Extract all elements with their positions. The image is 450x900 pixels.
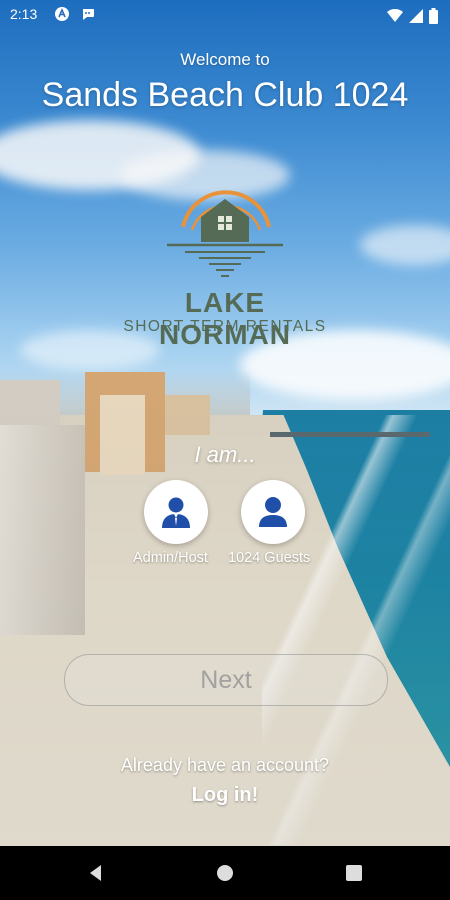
lake-norman-logo: LAKE NORMAN SHORT TERM RENTALS: [115, 172, 335, 350]
login-link[interactable]: Log in!: [0, 784, 450, 807]
status-icons: [387, 8, 438, 24]
admin-user-icon: [162, 497, 190, 528]
guest-user-icon: [259, 497, 287, 527]
status-bar: 2:13: [0, 0, 450, 30]
admin-host-label: Admin/Host: [133, 550, 208, 566]
logo-tagline: SHORT TERM RENTALS: [123, 318, 327, 335]
recents-icon[interactable]: [344, 863, 364, 883]
already-have-account-text: Already have an account?: [120, 755, 330, 775]
admin-host-button[interactable]: [144, 480, 208, 544]
signal-icon: [409, 9, 423, 23]
chat-notification-icon: [80, 6, 96, 22]
status-time: 2:13: [10, 6, 38, 22]
guests-label: 1024 Guests: [228, 550, 311, 566]
wifi-icon: [387, 9, 403, 22]
role-prompt: I am...: [194, 442, 256, 467]
battery-icon: [429, 8, 438, 24]
next-button[interactable]: Next: [64, 654, 388, 706]
home-icon[interactable]: [215, 863, 235, 883]
guests-button[interactable]: [241, 480, 305, 544]
welcome-text: Welcome to: [180, 50, 270, 69]
back-icon[interactable]: [86, 863, 106, 883]
logo-mark-icon: [167, 190, 283, 277]
property-title: Sands Beach Club 1024: [41, 76, 409, 114]
navigation-bar: [0, 846, 450, 900]
background-scrim: [0, 0, 450, 846]
accessibility-icon: [54, 6, 70, 22]
welcome-screen: 2:13 Welcome to Sands Beach Club 1024 LA…: [0, 0, 450, 846]
next-button-label: Next: [200, 665, 252, 694]
